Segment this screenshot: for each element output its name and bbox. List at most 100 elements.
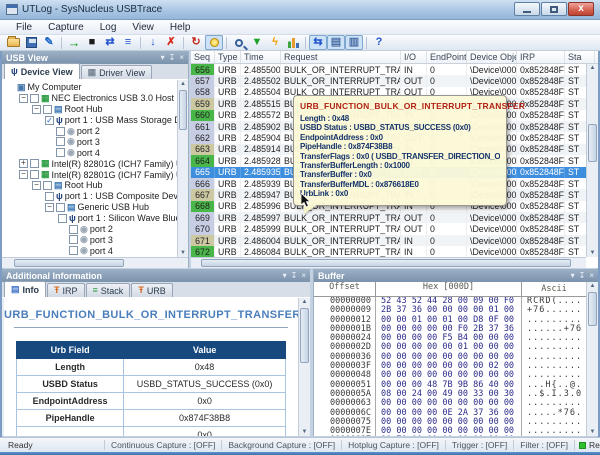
- pin-icon[interactable]: ↧: [579, 271, 586, 280]
- tree-checkbox[interactable]: [45, 191, 54, 201]
- table-vertical-scrollbar[interactable]: ▲ ▼: [586, 64, 598, 257]
- table-row[interactable]: 669URB2.485997BULK_OR_INTERRUPT_TRANSFER…: [191, 212, 586, 224]
- tab-device-view[interactable]: ψ Device View: [4, 63, 80, 79]
- menu-capture[interactable]: Capture: [40, 20, 92, 34]
- tree-checkbox[interactable]: [58, 213, 67, 223]
- tree-item[interactable]: ◉ port 3: [2, 234, 177, 245]
- usb-view-toggle-button[interactable]: ⇆: [309, 35, 327, 50]
- tree-item[interactable]: ✓ψport 1 : USB Mass Storage Device: [2, 115, 177, 126]
- panel-menu-icon[interactable]: ▾: [161, 53, 165, 62]
- table-row[interactable]: 670URB2.485999BULK_OR_INTERRUPT_TRANSFER…: [191, 223, 586, 235]
- edit-button[interactable]: ✎: [40, 35, 58, 50]
- title-bar[interactable]: UTLog - SysNucleus USBTrace x: [0, 0, 600, 20]
- tree-item[interactable]: − ▦NEC Electronics USB 3.0 Host Controlle…: [2, 93, 177, 104]
- pin-icon[interactable]: ↧: [291, 271, 298, 280]
- scroll-down-icon[interactable]: ▼: [178, 250, 188, 256]
- tab-info[interactable]: ▤ Info: [4, 281, 47, 297]
- column-header-endpoint[interactable]: EndPoint: [427, 51, 467, 63]
- scroll-down-button[interactable]: ↓: [144, 35, 162, 50]
- stop-capture-button[interactable]: ■: [83, 35, 101, 50]
- table-horizontal-scrollbar[interactable]: [191, 257, 586, 268]
- minimize-button[interactable]: [514, 2, 540, 16]
- scroll-down-icon[interactable]: ▼: [587, 429, 598, 435]
- tree-checkbox[interactable]: [56, 202, 65, 212]
- scroll-up-icon[interactable]: ▲: [587, 283, 598, 289]
- column-header-io[interactable]: I/O: [401, 51, 427, 63]
- tree-checkbox[interactable]: [56, 148, 65, 158]
- buffer-view-toggle-button[interactable]: ▥: [345, 35, 363, 50]
- tree-expander-icon[interactable]: −: [19, 93, 28, 103]
- tree-item[interactable]: ◉ port 4: [2, 245, 177, 256]
- table-row[interactable]: 672URB2.486084BULK_OR_INTERRUPT_TRANSFER…: [191, 246, 586, 257]
- close-icon[interactable]: ×: [589, 271, 594, 280]
- panel-menu-icon[interactable]: ▾: [283, 271, 287, 280]
- menu-view[interactable]: View: [124, 20, 162, 34]
- tree-item[interactable]: ψ port 1 : USB Composite Device: [2, 191, 177, 202]
- close-icon[interactable]: ×: [179, 53, 184, 62]
- tab-irp[interactable]: Ŧ IRP: [47, 283, 85, 297]
- tree-item[interactable]: − ▤ Root Hub: [2, 104, 177, 115]
- tree-expander-icon[interactable]: −: [19, 170, 28, 180]
- trace-table-header[interactable]: SeqTypeTimeRequestI/OEndPointDevice Obje…: [191, 51, 598, 64]
- tree-item[interactable]: ◉ port 4: [2, 147, 177, 158]
- buffer-vertical-scrollbar[interactable]: ▲ ▼: [586, 282, 598, 436]
- tree-checkbox[interactable]: [69, 246, 78, 256]
- table-row[interactable]: 656URB2.485500BULK_OR_INTERRUPT_TRANSFER…: [191, 64, 586, 76]
- filter-button[interactable]: ▼: [248, 35, 266, 50]
- scroll-down-icon[interactable]: ▼: [299, 429, 310, 435]
- table-row[interactable]: 657URB2.485502BULK_OR_INTERRUPT_TRANSFER…: [191, 75, 586, 87]
- tab-stack[interactable]: ≡ Stack: [85, 283, 131, 297]
- close-icon[interactable]: ×: [301, 271, 306, 280]
- tree-checkbox[interactable]: [30, 159, 39, 169]
- refresh-button[interactable]: ↻: [187, 35, 205, 50]
- pin-icon[interactable]: ↧: [169, 53, 176, 62]
- tree-expander-icon[interactable]: −: [45, 202, 54, 212]
- tree-checkbox[interactable]: [30, 93, 39, 103]
- scroll-up-icon[interactable]: ▲: [178, 81, 188, 87]
- tab-urb[interactable]: Ŧ URB: [131, 283, 173, 297]
- tab-driver-view[interactable]: ▦ Driver View: [80, 65, 153, 79]
- tree-item[interactable]: ψport 1 : Silicon Wave Bluetooth Wire: [2, 213, 177, 224]
- menu-log[interactable]: Log: [92, 20, 125, 34]
- tree-item[interactable]: ◉ port 2: [2, 126, 177, 137]
- scroll-up-icon[interactable]: ▲: [587, 65, 598, 71]
- column-header-seq[interactable]: Seq: [191, 51, 215, 63]
- tree-checkbox[interactable]: [56, 137, 65, 147]
- column-header-deviceobject[interactable]: Device Object: [467, 51, 517, 63]
- scroll-down-icon[interactable]: ▼: [587, 250, 598, 256]
- search-button[interactable]: [230, 35, 248, 50]
- tree-checkbox[interactable]: [56, 126, 65, 136]
- tree-item[interactable]: ◉ port 2: [2, 224, 177, 235]
- info-vertical-scrollbar[interactable]: ▲ ▼: [298, 298, 310, 436]
- highlight-button[interactable]: [205, 35, 223, 50]
- tree-checkbox[interactable]: [43, 104, 52, 114]
- tree-checkbox[interactable]: [30, 170, 39, 180]
- help-button[interactable]: ?: [370, 35, 388, 50]
- start-capture-button[interactable]: →: [65, 35, 83, 50]
- scroll-up-icon[interactable]: ▲: [299, 299, 310, 305]
- menu-file[interactable]: File: [8, 20, 40, 34]
- tree-vertical-scrollbar[interactable]: ▲ ▼: [177, 80, 188, 257]
- open-file-button[interactable]: [4, 35, 22, 50]
- tree-item[interactable]: ▣ My Computer: [2, 82, 177, 93]
- clear-button[interactable]: ✗: [162, 35, 180, 50]
- tree-expander-icon[interactable]: +: [19, 159, 28, 169]
- tree-item[interactable]: − ▤ Generic USB Hub: [2, 202, 177, 213]
- column-header-type[interactable]: Type: [215, 51, 241, 63]
- tree-item[interactable]: − ▤ Root Hub: [2, 180, 177, 191]
- close-button[interactable]: x: [568, 2, 594, 16]
- maximize-button[interactable]: [541, 2, 567, 16]
- reenumerate-button[interactable]: ⇄: [101, 35, 119, 50]
- tree-item[interactable]: − ▦Intel(R) 82801G (ICH7 Family) USB Univ…: [2, 169, 177, 180]
- log-button[interactable]: ≡: [119, 35, 137, 50]
- info-view-toggle-button[interactable]: ▤: [327, 35, 345, 50]
- column-header-request[interactable]: Request: [281, 51, 401, 63]
- save-button[interactable]: [22, 35, 40, 50]
- tree-checkbox[interactable]: [69, 224, 78, 234]
- tree-horizontal-scrollbar[interactable]: [2, 257, 188, 268]
- column-header-irp[interactable]: IRP: [517, 51, 565, 63]
- tree-expander-icon[interactable]: −: [32, 104, 41, 114]
- tree-checkbox[interactable]: ✓: [45, 115, 54, 125]
- trigger-button[interactable]: ϟ: [266, 35, 284, 50]
- column-header-time[interactable]: Time: [241, 51, 281, 63]
